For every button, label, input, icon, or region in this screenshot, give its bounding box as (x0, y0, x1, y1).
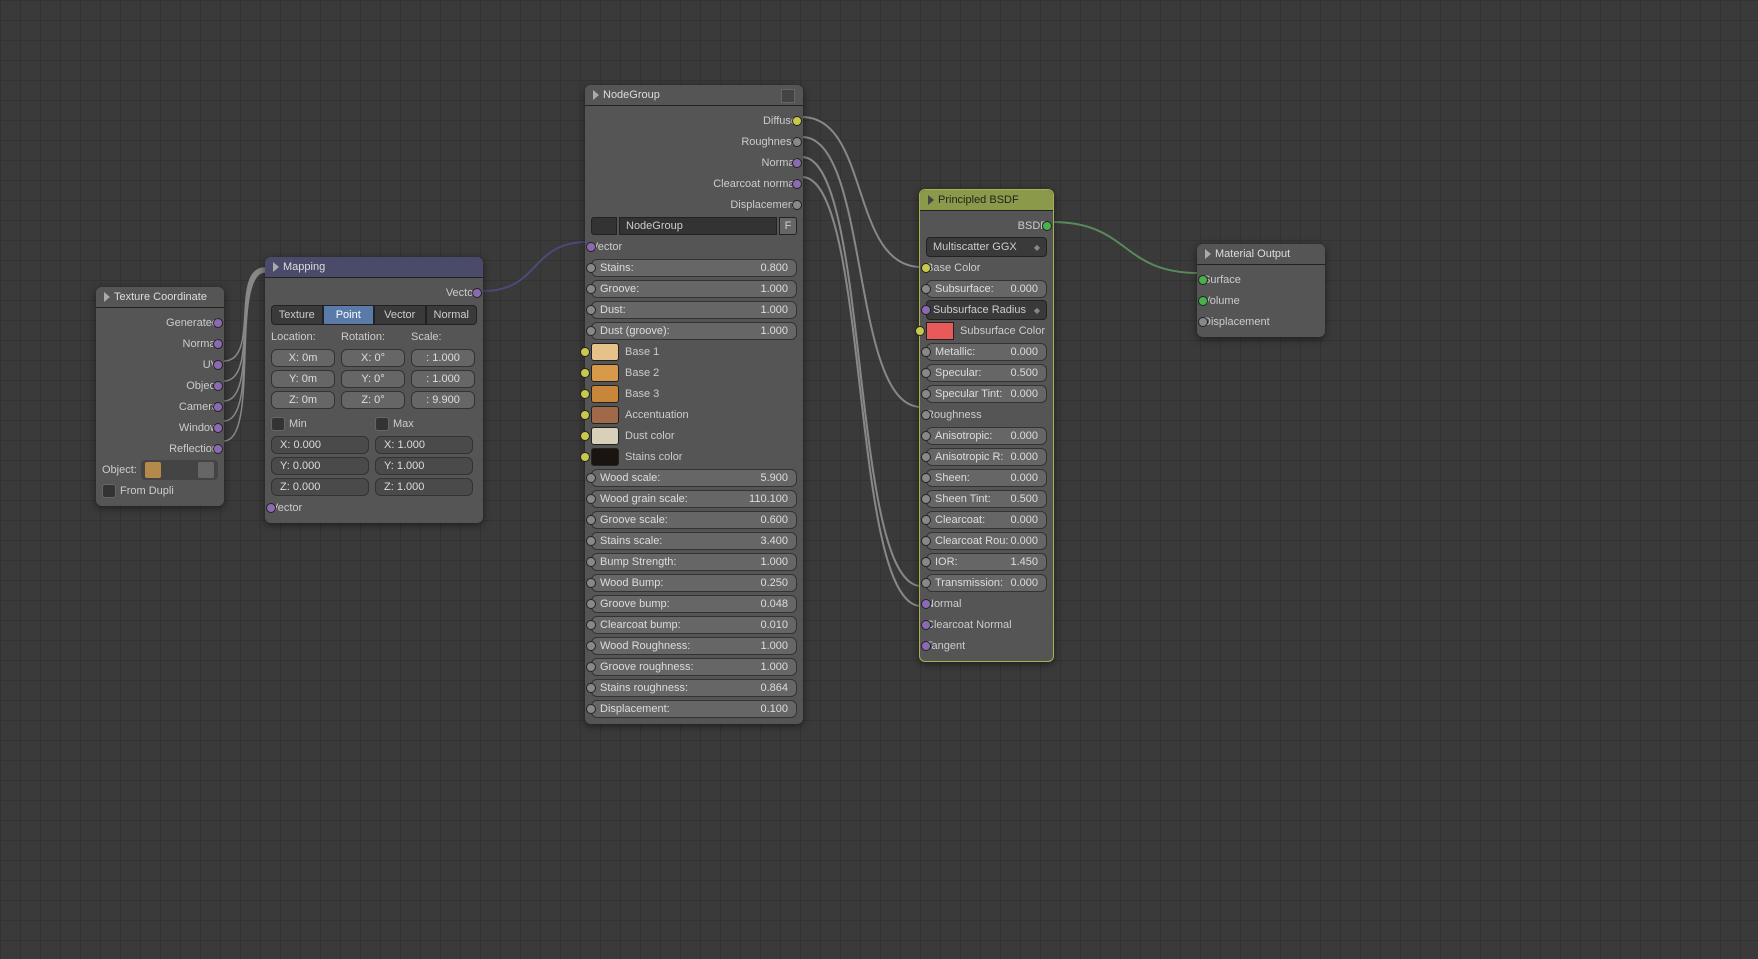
group-name-field[interactable]: NodeGroup (619, 217, 777, 235)
param-ior[interactable]: IOR:1.450 (926, 553, 1047, 571)
fake-user-button[interactable]: F (779, 217, 797, 235)
param-2[interactable]: Groove scale:0.600 (591, 511, 797, 529)
from-dupli-checkbox[interactable] (102, 484, 116, 498)
loc-y[interactable]: Y: 0m (271, 370, 335, 388)
param-7[interactable]: Clearcoat bump:0.010 (591, 616, 797, 634)
node-material-output[interactable]: Material Output Surface Volume Displacem… (1197, 244, 1325, 337)
param-0[interactable]: Wood scale:5.900 (591, 469, 797, 487)
param-8[interactable]: Wood Roughness:1.000 (591, 637, 797, 655)
cube-icon (145, 462, 161, 478)
param-subsurface[interactable]: Subsurface:0.000 (926, 280, 1047, 298)
tab-vector[interactable]: Vector (374, 305, 426, 325)
param-groove[interactable]: Groove:1.000 (591, 280, 797, 298)
socket-tangent: Tangent (926, 640, 965, 652)
scl-y[interactable]: : 1.000 (411, 370, 475, 388)
color-base2[interactable] (591, 364, 619, 382)
expand-icon[interactable] (781, 89, 795, 103)
rot-y[interactable]: Y: 0° (341, 370, 405, 388)
datablock-icon[interactable] (591, 217, 617, 235)
param-sheen[interactable]: Sheen:0.000 (926, 469, 1047, 487)
color-base3[interactable] (591, 385, 619, 403)
param-transmission[interactable]: Transmission:0.000 (926, 574, 1047, 592)
max-z[interactable]: Z: 1.000 (375, 478, 473, 496)
node-nodegroup[interactable]: NodeGroup Diffuse Roughness Normal Clear… (585, 85, 803, 724)
color-accentuation[interactable] (591, 406, 619, 424)
param-dust-groove[interactable]: Dust (groove):1.000 (591, 322, 797, 340)
param-5[interactable]: Wood Bump:0.250 (591, 574, 797, 592)
param-3[interactable]: Stains scale:3.400 (591, 532, 797, 550)
tab-normal[interactable]: Normal (426, 305, 478, 325)
param-clearcoat-rou[interactable]: Clearcoat Rou:0.000 (926, 532, 1047, 550)
param-6[interactable]: Groove bump:0.048 (591, 595, 797, 613)
param-4[interactable]: Bump Strength:1.000 (591, 553, 797, 571)
max-x[interactable]: X: 1.000 (375, 436, 473, 454)
socket-roughness: Roughness (926, 409, 982, 421)
color-stains[interactable] (591, 448, 619, 466)
node-header[interactable]: Texture Coordinate (96, 287, 224, 308)
rot-z[interactable]: Z: 0° (341, 391, 405, 409)
param-anisotropic[interactable]: Anisotropic:0.000 (926, 427, 1047, 445)
socket-clearcoat-normal: Clearcoat normal (713, 178, 797, 190)
param-9[interactable]: Groove roughness:1.000 (591, 658, 797, 676)
node-header[interactable]: Mapping (265, 257, 483, 278)
distribution-dropdown[interactable]: Multiscatter GGX◆ (926, 237, 1047, 257)
socket-surface: Surface (1203, 274, 1241, 286)
node-header[interactable]: NodeGroup (585, 85, 803, 106)
param-metallic[interactable]: Metallic:0.000 (926, 343, 1047, 361)
scl-z[interactable]: : 9.900 (411, 391, 475, 409)
max-y[interactable]: Y: 1.000 (375, 457, 473, 475)
min-z[interactable]: Z: 0.000 (271, 478, 369, 496)
subsurface-radius-dropdown[interactable]: Subsurface Radius◆ (926, 300, 1047, 320)
color-base1[interactable] (591, 343, 619, 361)
rot-x[interactable]: X: 0° (341, 349, 405, 367)
socket-displacement: Displacement (730, 199, 797, 211)
socket-normal: Normal (926, 598, 961, 610)
loc-x[interactable]: X: 0m (271, 349, 335, 367)
eyedropper-icon (198, 462, 214, 478)
socket-reflection: Reflection (169, 443, 218, 455)
param-dust[interactable]: Dust:1.000 (591, 301, 797, 319)
subsurface-color[interactable] (926, 322, 954, 340)
node-header[interactable]: Material Output (1197, 244, 1325, 265)
param-1[interactable]: Wood grain scale:110.100 (591, 490, 797, 508)
param-anisotropic-r[interactable]: Anisotropic R:0.000 (926, 448, 1047, 466)
node-principled-bsdf[interactable]: Principled BSDF BSDF Multiscatter GGX◆ B… (919, 189, 1054, 662)
param-11[interactable]: Displacement:0.100 (591, 700, 797, 718)
node-header[interactable]: Principled BSDF (920, 190, 1053, 211)
socket-volume: Volume (1203, 295, 1240, 307)
param-10[interactable]: Stains roughness:0.864 (591, 679, 797, 697)
min-y[interactable]: Y: 0.000 (271, 457, 369, 475)
object-picker[interactable] (141, 460, 218, 480)
min-x[interactable]: X: 0.000 (271, 436, 369, 454)
socket-displacement: Displacement (1203, 316, 1270, 328)
loc-z[interactable]: Z: 0m (271, 391, 335, 409)
param-stains[interactable]: Stains:0.800 (591, 259, 797, 277)
param-sheen-tint[interactable]: Sheen Tint:0.500 (926, 490, 1047, 508)
tab-texture[interactable]: Texture (271, 305, 323, 325)
max-checkbox[interactable] (375, 417, 389, 431)
param-specular-tint[interactable]: Specular Tint:0.000 (926, 385, 1047, 403)
socket-generated: Generated (166, 317, 218, 329)
mapping-type-tabs[interactable]: Texture Point Vector Normal (271, 305, 477, 325)
min-checkbox[interactable] (271, 417, 285, 431)
socket-base-color: Base Color (926, 262, 980, 274)
connection-wires (0, 0, 1758, 959)
tab-point[interactable]: Point (323, 305, 375, 325)
param-specular[interactable]: Specular:0.500 (926, 364, 1047, 382)
scl-x[interactable]: : 1.000 (411, 349, 475, 367)
param-clearcoat[interactable]: Clearcoat:0.000 (926, 511, 1047, 529)
socket-clearcoat-normal: Clearcoat Normal (926, 619, 1012, 631)
socket-roughness: Roughness (741, 136, 797, 148)
node-texture-coordinate[interactable]: Texture Coordinate Generated Normal UV O… (96, 287, 224, 506)
color-dust[interactable] (591, 427, 619, 445)
node-mapping[interactable]: Mapping Vector Texture Point Vector Norm… (265, 257, 483, 523)
